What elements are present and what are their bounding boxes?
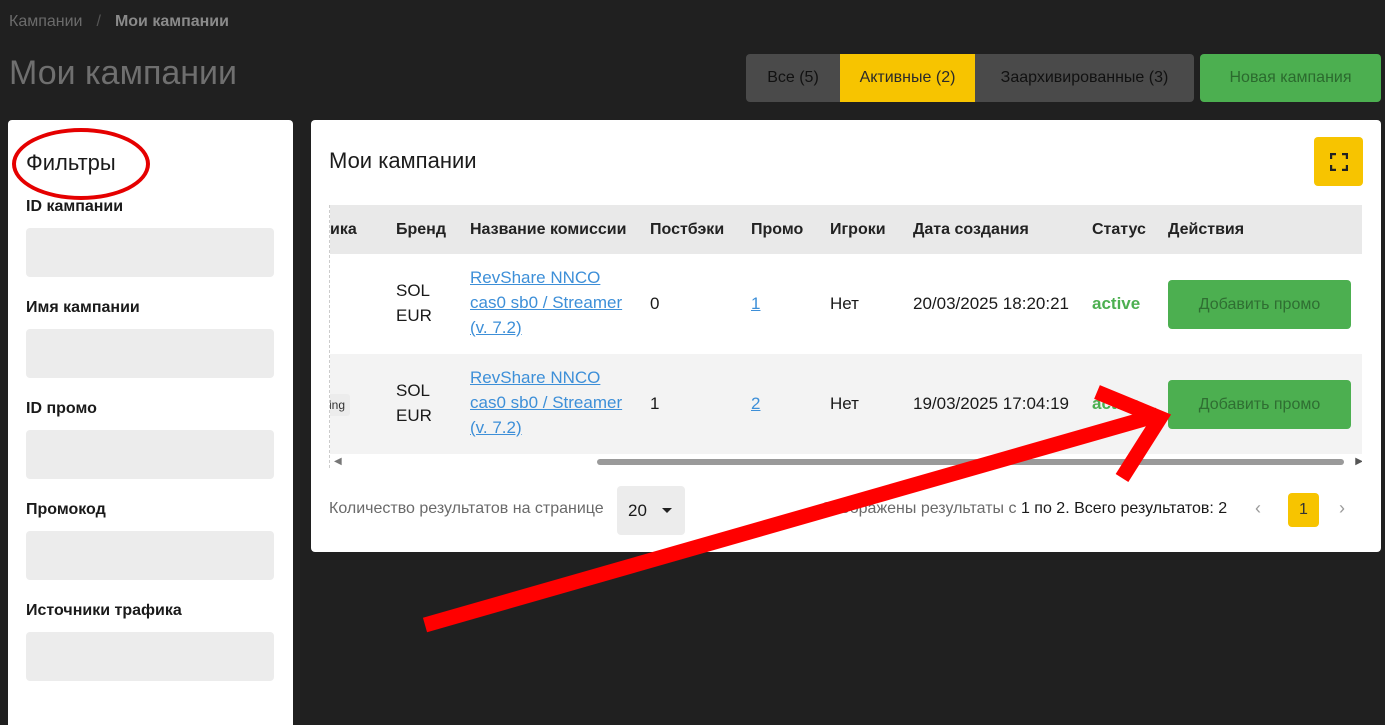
chevron-left-icon[interactable]: ‹ (1255, 498, 1261, 519)
scroll-left-icon[interactable]: ◀ (334, 456, 342, 467)
card-title: Мои кампании (329, 148, 477, 173)
promo-id-label: ID промо (26, 400, 97, 417)
per-page-value: 20 (628, 500, 647, 520)
commission-link[interactable]: (v. 7.2) (470, 415, 622, 440)
promo-link[interactable]: 1 (751, 291, 760, 316)
brand-cell: SOL EUR (396, 378, 432, 428)
table-header: фика Бренд Название комиссии Постбэки Пр… (330, 205, 1362, 254)
traffic-sources-input[interactable] (26, 632, 274, 681)
campaign-filter-tabs: Все (5) Активные (2) Заархивированные (3… (746, 54, 1194, 102)
per-page-label: Количество результатов на странице (329, 500, 604, 517)
promo-id-input[interactable] (26, 430, 274, 479)
horizontal-scrollbar[interactable]: ◀ ▶ (330, 455, 1362, 467)
commission-cell[interactable]: RevShare NNCO cas0 sb0 / Streamer (v. 7.… (470, 365, 622, 440)
postbacks-cell: 1 (650, 394, 660, 413)
new-campaign-button[interactable]: Новая кампания (1200, 54, 1381, 102)
table-row: ing SOL EUR RevShare NNCO cas0 sb0 / Str… (330, 354, 1362, 454)
table-row: SOL EUR RevShare NNCO cas0 sb0 / Streame… (330, 254, 1362, 354)
chevron-right-icon[interactable]: › (1339, 498, 1345, 519)
add-promo-button[interactable]: Добавить промо (1168, 380, 1351, 429)
campaigns-card: Мои кампании фика Бренд Название комисси… (311, 120, 1381, 552)
per-page-select[interactable]: 20 (617, 486, 685, 535)
filters-title-wrap: Фильтры (12, 128, 151, 200)
breadcrumb: Кампании / Мои кампании (9, 13, 229, 31)
brand-currency: EUR (396, 406, 432, 425)
fullscreen-button[interactable] (1314, 137, 1363, 186)
status-badge: active (1092, 294, 1141, 313)
traffic-source-tag: ing (330, 394, 351, 416)
players-cell: Нет (830, 394, 859, 413)
brand-name: SOL (396, 381, 431, 400)
commission-link[interactable]: cas0 sb0 / Streamer (470, 290, 622, 315)
col-status[interactable]: Статус (1092, 221, 1146, 239)
status-badge: active (1092, 394, 1141, 413)
col-players[interactable]: Игроки (830, 221, 886, 239)
expand-icon (1329, 152, 1348, 171)
breadcrumb-current: Мои кампании (114, 13, 229, 30)
brand-name: SOL (396, 281, 431, 300)
page-title: Мои кампании (9, 54, 238, 92)
campaigns-table: фика Бренд Название комиссии Постбэки Пр… (329, 205, 1362, 468)
promo-code-input[interactable] (26, 531, 274, 580)
traffic-sources-label: Источники трафика (26, 602, 182, 619)
brand-currency: EUR (396, 306, 432, 325)
col-commission[interactable]: Название комиссии (470, 221, 626, 239)
campaign-id-input[interactable] (26, 228, 274, 277)
tab-active[interactable]: Активные (2) (840, 54, 975, 102)
results-range: 1 по 2. (1020, 500, 1070, 517)
col-actions: Действия (1168, 221, 1245, 238)
add-promo-button[interactable]: Добавить промо (1168, 280, 1351, 329)
created-cell: 20/03/2025 18:20:21 (913, 294, 1069, 313)
campaign-id-label: ID кампании (26, 198, 124, 215)
col-postbacks[interactable]: Постбэки (650, 221, 724, 239)
filters-panel: Фильтры ID кампании Имя кампании ID пром… (8, 120, 293, 725)
created-cell: 19/03/2025 17:04:19 (913, 394, 1069, 413)
commission-link[interactable]: RevShare NNCO (470, 365, 622, 390)
results-total: Всего результатов: 2 (1074, 500, 1228, 517)
results-prefix: Отображены результаты с (821, 500, 1017, 517)
page-button-current[interactable]: 1 (1288, 493, 1319, 527)
promo-link[interactable]: 2 (751, 391, 760, 416)
campaign-name-label: Имя кампании (26, 299, 140, 316)
breadcrumb-parent[interactable]: Кампании (9, 13, 83, 31)
scroll-right-icon[interactable]: ▶ (1355, 456, 1362, 467)
campaign-name-input[interactable] (26, 329, 274, 378)
promo-code-label: Промокод (26, 501, 106, 518)
caret-down-icon (662, 508, 672, 513)
results-summary: Отображены результаты с 1 по 2. Всего ре… (821, 500, 1227, 518)
commission-link[interactable]: cas0 sb0 / Streamer (470, 390, 622, 415)
brand-cell: SOL EUR (396, 278, 432, 328)
tab-archived[interactable]: Заархивированные (3) (975, 54, 1194, 102)
tab-all[interactable]: Все (5) (746, 54, 840, 102)
scroll-thumb[interactable] (597, 459, 1344, 465)
postbacks-cell: 0 (650, 294, 660, 313)
filters-title: Фильтры (26, 150, 116, 175)
col-created[interactable]: Дата создания (913, 221, 1029, 239)
col-promo[interactable]: Промо (751, 221, 803, 239)
breadcrumb-separator: / (96, 13, 101, 30)
commission-link[interactable]: (v. 7.2) (470, 315, 622, 340)
commission-cell[interactable]: RevShare NNCO cas0 sb0 / Streamer (v. 7.… (470, 265, 622, 340)
col-brand[interactable]: Бренд (396, 221, 446, 239)
players-cell: Нет (830, 294, 859, 313)
col-traffic-source[interactable]: фика (330, 221, 357, 239)
commission-link[interactable]: RevShare NNCO (470, 265, 622, 290)
